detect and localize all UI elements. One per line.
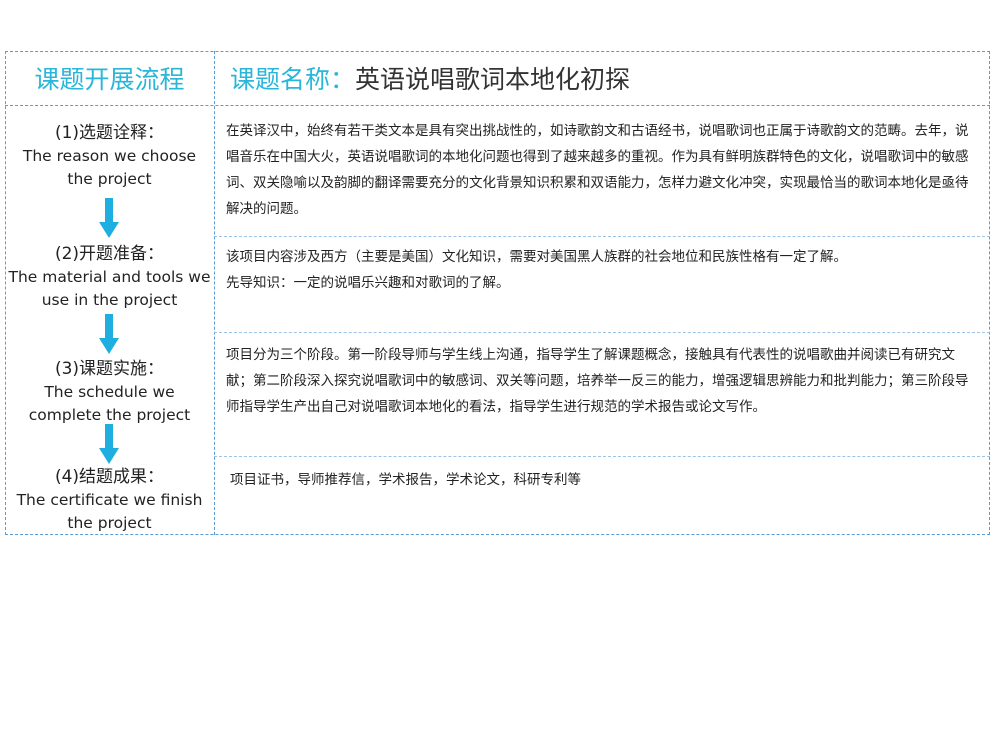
step-4-title: (4)结题成果： [54, 467, 165, 487]
content-schedule: 项目分为三个阶段。第一阶段导师与学生线上沟通，指导学生了解课题概念，接触具有代表… [226, 342, 976, 420]
step-2: (2)开题准备： The material and tools we use i… [5, 242, 214, 312]
down-arrow-icon [99, 198, 119, 238]
row-divider [214, 456, 990, 457]
row-divider [214, 236, 990, 237]
step-1: (1)选题诠释： The reason we choose the projec… [5, 121, 214, 191]
step-2-subtitle: The material and tools we use in the pro… [8, 268, 211, 309]
project-title: 课题名称：英语说唱歌词本地化初探 [230, 60, 630, 96]
content-reason: 在英译汉中，始终有若干类文本是具有突出挑战性的，如诗歌韵文和古语经书，说唱歌词也… [226, 118, 976, 222]
step-1-subtitle: The reason we choose the project [22, 147, 197, 188]
project-title-label: 课题名称： [230, 65, 356, 94]
content-paragraph: 在英译汉中，始终有若干类文本是具有突出挑战性的，如诗歌韵文和古语经书，说唱歌词也… [226, 123, 969, 217]
step-3-subtitle: The schedule we complete the project [28, 383, 191, 424]
row-divider [214, 332, 990, 333]
header-divider [5, 105, 990, 106]
column-divider [214, 51, 215, 535]
step-1-title: (1)选题诠释： [54, 123, 165, 143]
step-2-title: (2)开题准备： [54, 244, 165, 264]
step-3-title: (3)课题实施： [54, 359, 165, 379]
step-4-subtitle: The certificate we finish the project [16, 491, 203, 532]
process-column-title: 课题开展流程 [34, 65, 185, 94]
step-4: (4)结题成果： The certificate we finish the p… [5, 465, 214, 535]
content-paragraph: 项目证书，导师推荐信，学术报告，学术论文，科研专利等 [230, 472, 581, 488]
content-results: 项目证书，导师推荐信，学术报告，学术论文，科研专利等 [230, 467, 980, 493]
content-paragraph: 项目分为三个阶段。第一阶段导师与学生线上沟通，指导学生了解课题概念，接触具有代表… [226, 347, 969, 415]
down-arrow-icon [99, 314, 119, 354]
project-title-value: 英语说唱歌词本地化初探 [355, 65, 631, 94]
content-paragraph: 先导知识：一定的说唱乐兴趣和对歌词的了解。 [226, 275, 510, 291]
step-3: (3)课题实施： The schedule we complete the pr… [5, 357, 214, 427]
content-preparation: 该项目内容涉及西方（主要是美国）文化知识，需要对美国黑人族群的社会地位和民族性格… [226, 244, 976, 296]
down-arrow-icon [99, 424, 119, 464]
content-paragraph: 该项目内容涉及西方（主要是美国）文化知识，需要对美国黑人族群的社会地位和民族性格… [226, 249, 847, 265]
